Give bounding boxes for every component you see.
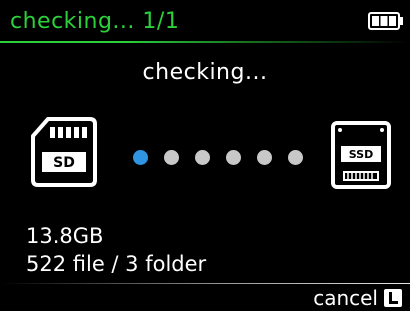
footer-divider bbox=[0, 283, 410, 284]
progress-dots bbox=[133, 150, 303, 166]
progress-dot bbox=[257, 150, 272, 165]
progress-dot bbox=[133, 150, 148, 165]
header-divider bbox=[0, 41, 410, 43]
progress-dot bbox=[195, 150, 210, 165]
ssd-label: SSD bbox=[349, 148, 373, 161]
page-title: checking... 1/1 bbox=[10, 9, 180, 34]
progress-dot bbox=[226, 150, 241, 165]
total-size: 13.8GB bbox=[26, 224, 104, 248]
progress-dot bbox=[288, 150, 303, 165]
file-folder-count: 522 file / 3 folder bbox=[26, 252, 207, 276]
status-text: checking... bbox=[142, 60, 268, 85]
sd-card-icon: SD bbox=[31, 117, 97, 187]
l-key-icon bbox=[384, 289, 402, 307]
progress-dot bbox=[164, 150, 179, 165]
cancel-button[interactable]: cancel bbox=[313, 286, 402, 310]
sd-label: SD bbox=[53, 155, 75, 171]
battery-full-icon bbox=[368, 12, 403, 30]
cancel-label: cancel bbox=[313, 286, 378, 310]
ssd-icon: SSD bbox=[331, 121, 391, 189]
header-bar: checking... 1/1 bbox=[0, 0, 410, 44]
